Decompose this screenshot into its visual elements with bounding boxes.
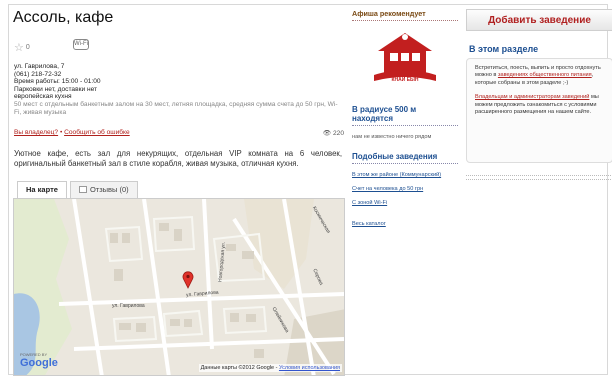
views-counter: 👁 220 [323, 129, 344, 137]
promo-logo-text: КНАЙ ЕЫН [391, 77, 419, 83]
tab-reviews[interactable]: Отзывы (0) [69, 181, 138, 198]
catering-link[interactable]: заведениях общественного питания [498, 72, 592, 78]
owners-link[interactable]: Владельцам и администраторам заведений [475, 94, 589, 100]
tab-bar: На карте Отзывы (0) [17, 181, 141, 198]
cuisine: европейская кухня [14, 93, 72, 101]
owner-links: Вы владелец? • Сообщить об ошибке 👁 220 [14, 129, 344, 137]
star-icon[interactable]: ☆ [14, 41, 24, 54]
section-title: В этом разделе [469, 44, 539, 54]
map-copyright: Данные карты ©2012 Google - [200, 365, 278, 371]
page-frame: Ассоль, кафе ☆ 0 Wi-Fi ул. Гаврилова, 7 … [8, 4, 612, 376]
eye-icon: 👁 [322, 130, 332, 137]
catalog-link[interactable]: Весь каталог [352, 221, 458, 228]
tab-map[interactable]: На карте [17, 181, 67, 198]
google-logo: POWERED BY Google [20, 352, 58, 369]
link-separator: • [59, 129, 63, 136]
rating[interactable]: ☆ 0 [14, 41, 30, 54]
hours: Время работы: 15:00 - 01:00 [14, 78, 101, 86]
report-error-link[interactable]: Сообщить об ошибке [64, 129, 130, 136]
nearby-title: В радиусе 500 м находятся [352, 105, 458, 126]
divider [466, 179, 612, 180]
owner-info-text: Владельцам и администраторам заведений м… [475, 94, 599, 116]
place-info: ул. Гаврилова, 7 (061) 218-72-32 Время р… [14, 63, 344, 116]
address: ул. Гаврилова, 7 [14, 63, 65, 70]
details: 50 мест с отдельным банкетным залом на 3… [14, 100, 338, 116]
terms-link[interactable]: Условия использования [279, 365, 340, 371]
rating-value: 0 [25, 44, 30, 51]
owner-link[interactable]: Вы владелец? [14, 129, 58, 136]
tab-reviews-label: Отзывы (0) [89, 185, 129, 194]
map-canvas [14, 199, 344, 375]
similar-links: В этом же районе (Коммунарский) Счет на … [352, 172, 458, 228]
map-attribution: Данные карты ©2012 Google - Условия испо… [198, 364, 342, 372]
afisha-header: Афиша рекомендует [352, 9, 458, 21]
place-description: Уютное кафе, есть зал для некурящих, отд… [14, 149, 342, 168]
divider [466, 175, 612, 176]
place-main: Ассоль, кафе ☆ 0 Wi-Fi ул. Гаврилова, 7 … [13, 9, 345, 376]
map-view[interactable]: ул. Гаврилова Космическая ул. Гаврилова … [13, 198, 345, 376]
map-pin-icon[interactable] [182, 271, 194, 289]
middle-column: Афиша рекомендует КНАЙ ЕЫН В радиусе 500… [352, 9, 458, 228]
views-count: 220 [332, 130, 344, 137]
similar-link-district[interactable]: В этом же районе (Коммунарский) [352, 172, 458, 179]
similar-title: Подобные заведения [352, 152, 458, 164]
similar-link-price[interactable]: Счет на человека до 50 грн [352, 186, 458, 193]
comment-icon [78, 186, 87, 193]
wifi-icon: Wi-Fi [73, 39, 89, 50]
section-info-text: Встретиться, поесть, выпить и просто отд… [475, 65, 601, 86]
right-sidebar: Добавить заведение В этом разделе Встрет… [466, 9, 612, 180]
add-place-button[interactable]: Добавить заведение [466, 9, 612, 31]
nearby-empty: нам не известно ничего рядом [352, 134, 432, 140]
similar-link-wifi[interactable]: С зоной Wi-Fi [352, 200, 458, 207]
tab-map-label: На карте [26, 185, 58, 194]
section-info-box: Встретиться, поесть, выпить и просто отд… [466, 58, 612, 163]
street-label: ул. Гаврилова [112, 303, 145, 309]
place-title: Ассоль, кафе [13, 9, 114, 26]
